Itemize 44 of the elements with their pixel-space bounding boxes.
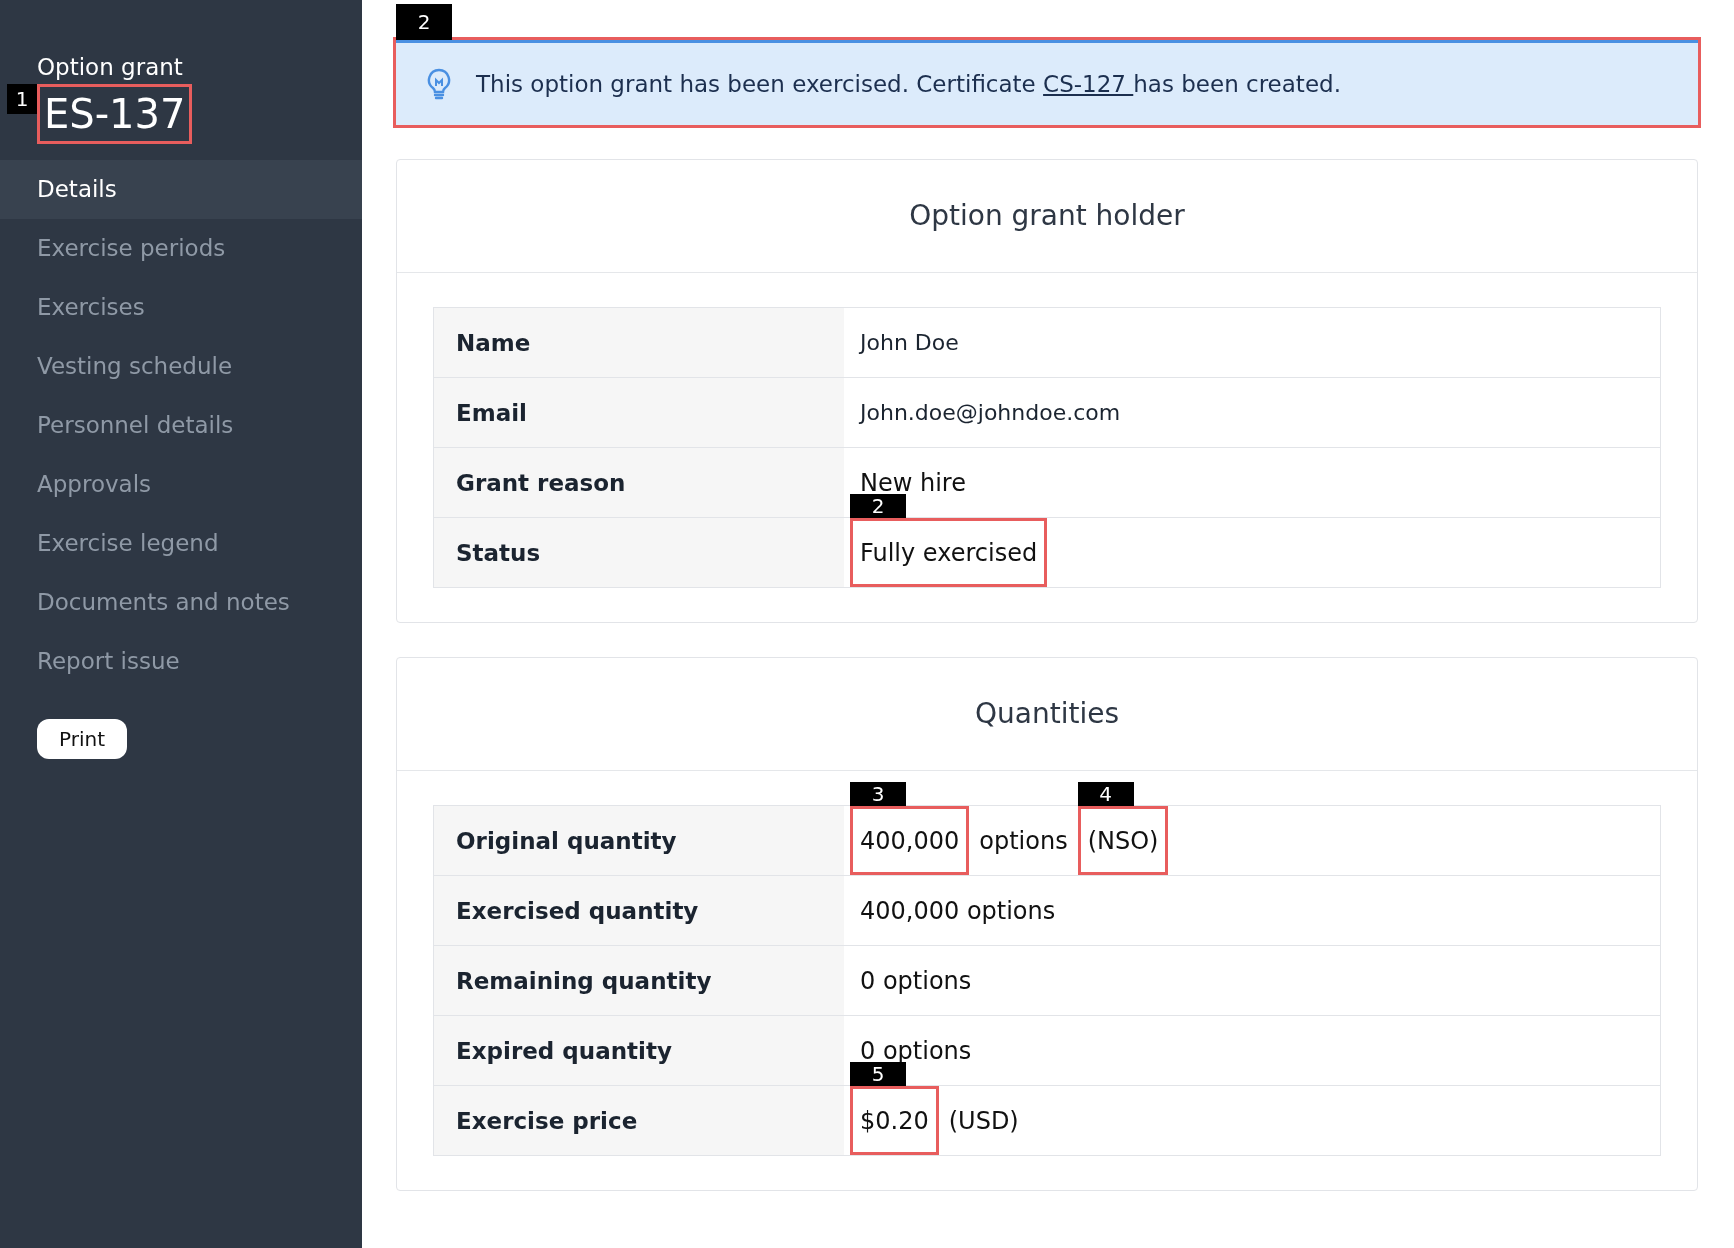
table-value: (NSO) xyxy=(1077,806,1169,875)
table-value: New hire xyxy=(859,468,967,497)
table-value: 400,000 xyxy=(850,806,970,875)
page-subtitle: Option grant xyxy=(37,54,183,80)
card-title: Option grant holder xyxy=(397,160,1697,273)
sidebar-item[interactable]: Personnel details xyxy=(0,396,362,455)
table-value: John Doe xyxy=(858,330,960,355)
sidebar-item[interactable]: Report issue xyxy=(0,632,362,691)
row-label: Email xyxy=(434,378,844,447)
sidebar-item[interactable]: Details xyxy=(0,160,362,219)
row-label: Remaining quantity xyxy=(434,946,844,1015)
row-label: Original quantity xyxy=(434,806,844,875)
table-value: options xyxy=(978,826,1069,855)
sidebar-item[interactable]: Vesting schedule xyxy=(0,337,362,396)
table-value: (USD) xyxy=(947,1106,1020,1135)
banner-message: This option grant has been exercised. Certificate CS-127 has been created. xyxy=(476,71,1341,97)
annotation-number: 4 xyxy=(1077,782,1134,806)
sidebar-item[interactable]: Exercise legend xyxy=(0,514,362,573)
table-value: John.doe@johndoe.com xyxy=(858,400,1122,425)
row-label: Status xyxy=(434,518,844,587)
sidebar-item[interactable]: Exercises xyxy=(0,278,362,337)
table-value: $0.20 xyxy=(850,1086,939,1155)
row-label: Name xyxy=(434,308,844,377)
table-value: 0 options xyxy=(859,1036,973,1065)
page-title: ES-137 xyxy=(37,84,193,144)
annotation-number: 1 xyxy=(7,84,37,114)
row-label: Grant reason xyxy=(434,448,844,517)
table-value: Fully exercised xyxy=(850,518,1048,587)
annotation-number: 2 xyxy=(396,4,452,40)
annotation-number: 5 xyxy=(850,1062,906,1086)
certificate-link[interactable]: CS-127 xyxy=(1043,71,1134,97)
print-button[interactable]: Print xyxy=(37,719,127,759)
sidebar-item[interactable]: Exercise periods xyxy=(0,219,362,278)
annotation-number: 2 xyxy=(850,494,906,518)
annotation-number: 3 xyxy=(850,782,906,806)
row-label: Exercised quantity xyxy=(434,876,844,945)
table-value: 0 options xyxy=(859,966,973,995)
row-label: Exercise price xyxy=(434,1086,844,1155)
table-value: 400,000 options xyxy=(859,896,1057,925)
lightbulb-icon xyxy=(426,68,452,100)
row-label: Expired quantity xyxy=(434,1016,844,1085)
card-title: Quantities xyxy=(397,658,1697,771)
sidebar-item[interactable]: Documents and notes xyxy=(0,573,362,632)
sidebar-item[interactable]: Approvals xyxy=(0,455,362,514)
